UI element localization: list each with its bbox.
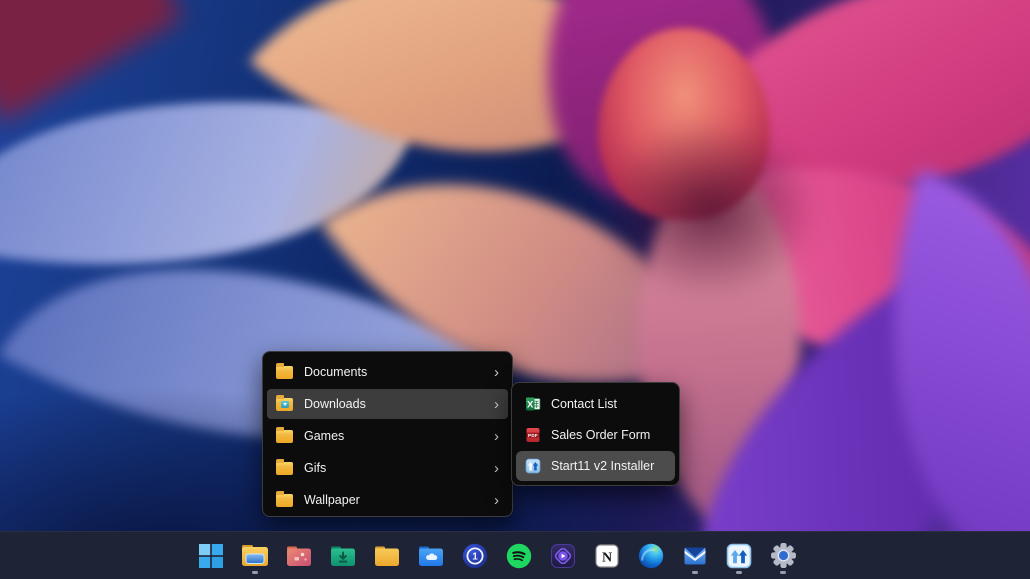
svg-text:1: 1	[472, 551, 478, 562]
petal	[0, 0, 183, 122]
submenu-item-start11-installer[interactable]: Start11 v2 Installer	[516, 451, 675, 481]
excel-file-icon: X	[525, 396, 541, 412]
menu-item-wallpaper[interactable]: Wallpaper ›	[267, 485, 508, 515]
chevron-right-icon: ›	[494, 461, 501, 476]
chevron-right-icon: ›	[494, 429, 501, 444]
mail-icon	[682, 543, 708, 569]
chevron-right-icon: ›	[494, 397, 501, 412]
menu-item-label: Gifs	[304, 461, 326, 475]
petal	[678, 0, 1030, 313]
taskbar-icons: 1	[197, 532, 797, 579]
chevron-right-icon: ›	[494, 493, 501, 508]
folder-icon	[276, 430, 293, 443]
submenu-item-label: Start11 v2 Installer	[551, 459, 654, 473]
folder-icon	[276, 366, 293, 379]
folder-download-icon	[276, 398, 293, 411]
svg-text:N: N	[602, 550, 612, 565]
taskbar-edge-button[interactable]	[637, 536, 665, 576]
taskbar-file-explorer-button[interactable]	[241, 536, 269, 576]
menu-item-downloads[interactable]: Downloads ›	[267, 389, 508, 419]
submenu-item-label: Contact List	[551, 397, 617, 411]
svg-text:PDF: PDF	[528, 433, 538, 438]
taskbar-1password-button[interactable]: 1	[461, 536, 489, 576]
petal	[518, 0, 804, 231]
taskbar-downloads-folder-button[interactable]	[329, 536, 357, 576]
pink-folder-icon	[286, 545, 312, 567]
taskbar-pictures-folder-button[interactable]	[285, 536, 313, 576]
taskbar-start-button[interactable]	[197, 536, 225, 576]
pdf-file-icon: PDF	[525, 427, 541, 443]
desktop: Documents › Downloads › Games › Gifs › W…	[0, 0, 1030, 579]
folder-context-menu: Documents › Downloads › Games › Gifs › W…	[262, 351, 513, 517]
menu-item-label: Wallpaper	[304, 493, 360, 507]
menu-item-gifs[interactable]: Gifs ›	[267, 453, 508, 483]
settings-gear-icon	[770, 542, 797, 569]
folder-icon	[276, 462, 293, 475]
flower-center	[598, 28, 770, 220]
running-indicator	[736, 571, 742, 574]
menu-item-label: Games	[304, 429, 344, 443]
notion-icon: N	[594, 543, 620, 569]
menu-item-label: Downloads	[304, 397, 366, 411]
desktop-wallpaper	[0, 0, 1030, 579]
chevron-right-icon: ›	[494, 365, 501, 380]
petal	[808, 169, 1030, 579]
download-badge-icon	[281, 401, 289, 408]
taskbar-mail-button[interactable]	[681, 536, 709, 576]
menu-item-documents[interactable]: Documents ›	[267, 357, 508, 387]
downloads-submenu: X Contact List PDF Sales Order Form	[511, 382, 680, 486]
menu-item-games[interactable]: Games ›	[267, 421, 508, 451]
submenu-item-contact-list[interactable]: X Contact List	[516, 389, 675, 419]
petal	[249, 0, 678, 275]
taskbar: 1	[0, 531, 1030, 579]
petal	[663, 79, 1030, 459]
running-indicator	[692, 571, 698, 574]
menu-item-label: Documents	[304, 365, 367, 379]
green-download-folder-icon	[330, 545, 356, 567]
1password-icon: 1	[462, 543, 488, 569]
taskbar-media-app-button[interactable]	[549, 536, 577, 576]
taskbar-documents-folder-button[interactable]	[373, 536, 401, 576]
running-indicator	[780, 571, 786, 574]
file-explorer-icon	[241, 543, 269, 568]
taskbar-spotify-button[interactable]	[505, 536, 533, 576]
taskbar-notion-button[interactable]: N	[593, 536, 621, 576]
taskbar-onedrive-folder-button[interactable]	[417, 536, 445, 576]
submenu-item-label: Sales Order Form	[551, 428, 650, 442]
taskbar-start11-button[interactable]	[725, 536, 753, 576]
start11-icon	[726, 543, 752, 569]
svg-text:X: X	[527, 400, 534, 411]
edge-icon	[638, 543, 664, 569]
submenu-item-sales-order-form[interactable]: PDF Sales Order Form	[516, 420, 675, 450]
yellow-folder-icon	[374, 545, 400, 567]
blue-cloud-folder-icon	[418, 545, 444, 567]
windows-logo-icon	[198, 543, 224, 569]
purple-play-icon	[550, 543, 576, 569]
flower-core-shadow	[598, 118, 820, 300]
running-indicator	[252, 571, 258, 574]
folder-icon	[276, 494, 293, 507]
petal	[0, 27, 415, 338]
start11-installer-icon	[525, 458, 541, 474]
spotify-icon	[506, 543, 532, 569]
taskbar-settings-button[interactable]	[769, 536, 797, 576]
